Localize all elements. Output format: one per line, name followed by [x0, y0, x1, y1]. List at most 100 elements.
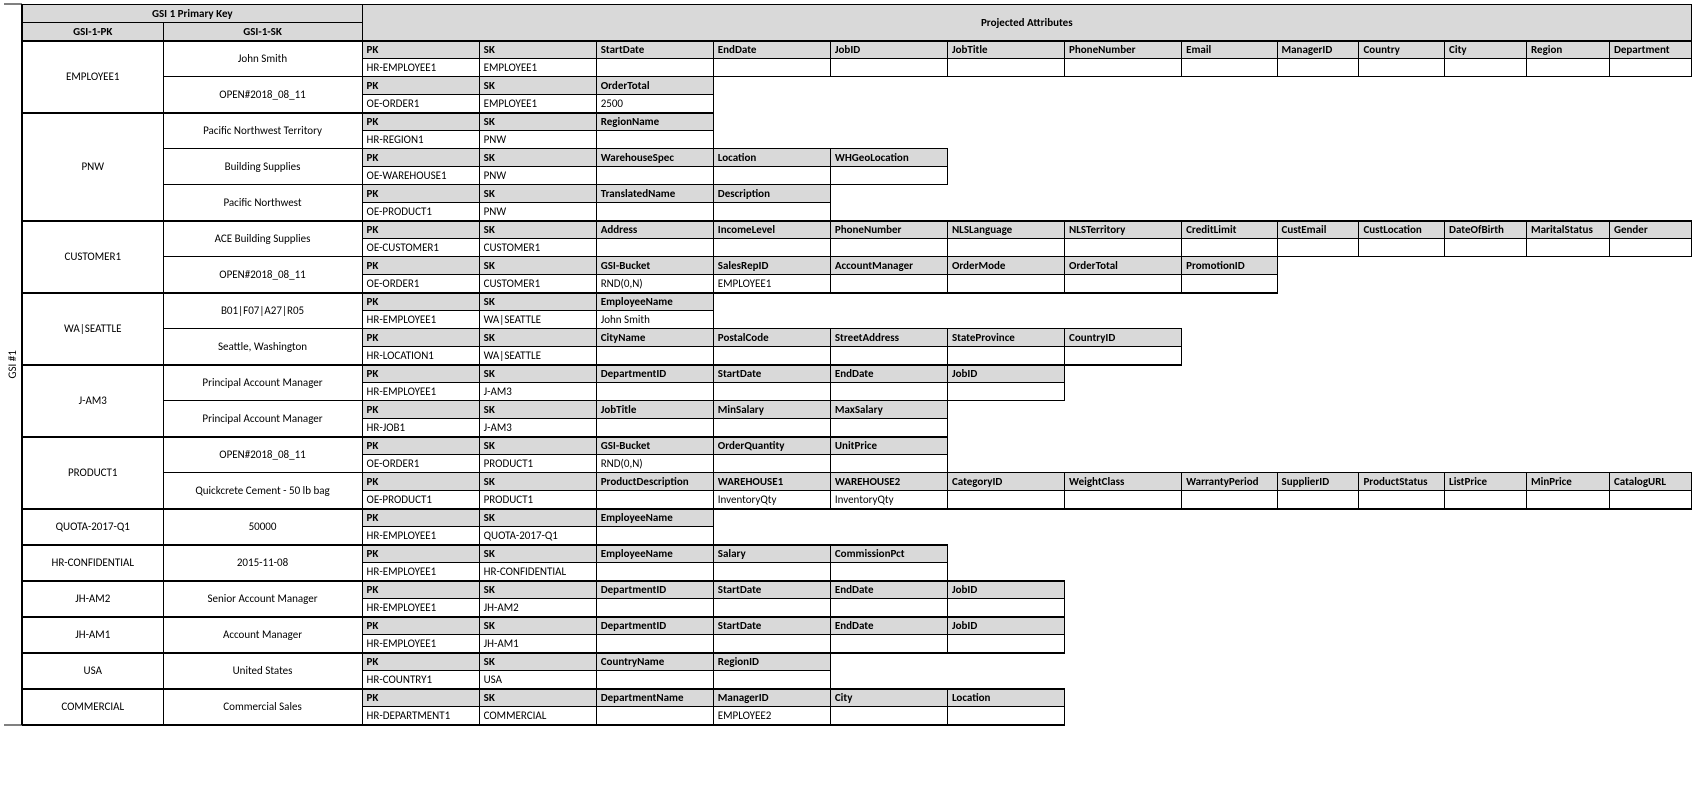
attr-header: WarehouseSpec [596, 149, 713, 167]
gsi-pk-value: HR-CONFIDENTIAL [23, 545, 164, 581]
attr-header: JobTitle [596, 401, 713, 419]
attr-value: PNW [479, 203, 596, 221]
attr-header: SK [479, 329, 596, 347]
attr-header: NLSLanguage [947, 221, 1064, 239]
attr-value [596, 419, 713, 437]
attr-header: MaritalStatus [1527, 221, 1610, 239]
attr-header: SK [479, 293, 596, 311]
attr-header: SK [479, 581, 596, 599]
attr-value: JH-AM1 [479, 635, 596, 653]
primary-key-title: GSI 1 Primary Key [23, 5, 363, 23]
attr-value: OE-ORDER1 [362, 455, 479, 473]
gsi-sk-value: Quickcrete Cement - 50 lb bag [163, 473, 362, 509]
attr-header: OrderTotal [596, 77, 713, 95]
attr-header: JobID [830, 41, 947, 59]
attr-value [830, 455, 947, 473]
attr-value: CUSTOMER1 [479, 275, 596, 293]
gsi-pk-value: PNW [23, 113, 164, 221]
attr-header: ManagerID [1277, 41, 1359, 59]
attr-header: SK [479, 617, 596, 635]
attr-header: SK [479, 689, 596, 707]
attr-value [596, 347, 713, 365]
attr-header: StateProvince [947, 329, 1064, 347]
attr-value [713, 347, 830, 365]
attr-value [596, 599, 713, 617]
attr-header: PostalCode [713, 329, 830, 347]
attr-header: SupplierID [1277, 473, 1359, 491]
gsi-pk-value: USA [23, 653, 164, 689]
attr-value: RND(0,N) [596, 275, 713, 293]
attr-value [1182, 59, 1277, 77]
attr-header: SK [479, 473, 596, 491]
attr-header: NLSTerritory [1065, 221, 1182, 239]
attr-value [1445, 491, 1527, 509]
attr-value [1527, 491, 1610, 509]
attr-value [947, 239, 1064, 257]
attr-header: GSI-Bucket [596, 437, 713, 455]
attr-value: OE-ORDER1 [362, 95, 479, 113]
attr-header: SK [479, 653, 596, 671]
attr-header: SalesRepID [713, 257, 830, 275]
attr-value: HR-COUNTRY1 [362, 671, 479, 689]
attr-value: HR-DEPARTMENT1 [362, 707, 479, 725]
attr-header: OrderQuantity [713, 437, 830, 455]
attr-value: COMMERCIAL [479, 707, 596, 725]
attr-value [596, 671, 713, 689]
attr-header: StartDate [713, 581, 830, 599]
attr-header: ManagerID [713, 689, 830, 707]
gsi-pk-value: QUOTA-2017-Q1 [23, 509, 164, 545]
attr-value [1359, 239, 1445, 257]
attr-value [1277, 59, 1359, 77]
attr-header: CommissionPct [830, 545, 947, 563]
attr-header: MinSalary [713, 401, 830, 419]
gsi-pk-header: GSI-1-PK [23, 23, 164, 41]
attr-header: PK [362, 329, 479, 347]
attr-value: PRODUCT1 [479, 491, 596, 509]
gsi-sk-value: Pacific Northwest [163, 185, 362, 221]
attr-value [596, 491, 713, 509]
attr-header: RegionName [596, 113, 713, 131]
gsi-sk-value: Building Supplies [163, 149, 362, 185]
attr-value [830, 347, 947, 365]
attr-value [947, 383, 1064, 401]
attr-value [1065, 347, 1182, 365]
attr-value [596, 383, 713, 401]
attr-value [830, 563, 947, 581]
attr-value [1065, 275, 1182, 293]
attr-header: CatalogURL [1609, 473, 1691, 491]
attr-header: Region [1527, 41, 1610, 59]
attr-header: City [830, 689, 947, 707]
attr-header: JobTitle [947, 41, 1064, 59]
attr-header: PK [362, 617, 479, 635]
attr-header: DepartmentName [596, 689, 713, 707]
attr-value: WA|SEATTLE [479, 347, 596, 365]
attr-header: SK [479, 545, 596, 563]
attr-header: PhoneNumber [1065, 41, 1182, 59]
attr-value [596, 131, 713, 149]
attr-header: SK [479, 509, 596, 527]
attr-value: OE-WAREHOUSE1 [362, 167, 479, 185]
attr-value [947, 275, 1064, 293]
attr-value [713, 635, 830, 653]
attr-value [1277, 239, 1359, 257]
attr-header: EndDate [830, 365, 947, 383]
attr-value [596, 59, 713, 77]
attr-value: HR-EMPLOYEE1 [362, 599, 479, 617]
attr-value: PRODUCT1 [479, 455, 596, 473]
attr-value [1065, 239, 1182, 257]
attr-header: DepartmentID [596, 617, 713, 635]
attr-header: SK [479, 185, 596, 203]
attr-value [1609, 59, 1691, 77]
attr-value [713, 239, 830, 257]
gsi-sk-value: Senior Account Manager [163, 581, 362, 617]
attr-header: PK [362, 293, 479, 311]
gsi-sk-value: Principal Account Manager [163, 401, 362, 437]
attr-value: EMPLOYEE1 [713, 275, 830, 293]
attr-header: Address [596, 221, 713, 239]
attr-value [947, 599, 1064, 617]
gsi-pk-value: EMPLOYEE1 [23, 41, 164, 113]
attr-value: HR-CONFIDENTIAL [479, 563, 596, 581]
attr-value: HR-LOCATION1 [362, 347, 479, 365]
attr-header: StreetAddress [830, 329, 947, 347]
attr-header: StartDate [713, 365, 830, 383]
